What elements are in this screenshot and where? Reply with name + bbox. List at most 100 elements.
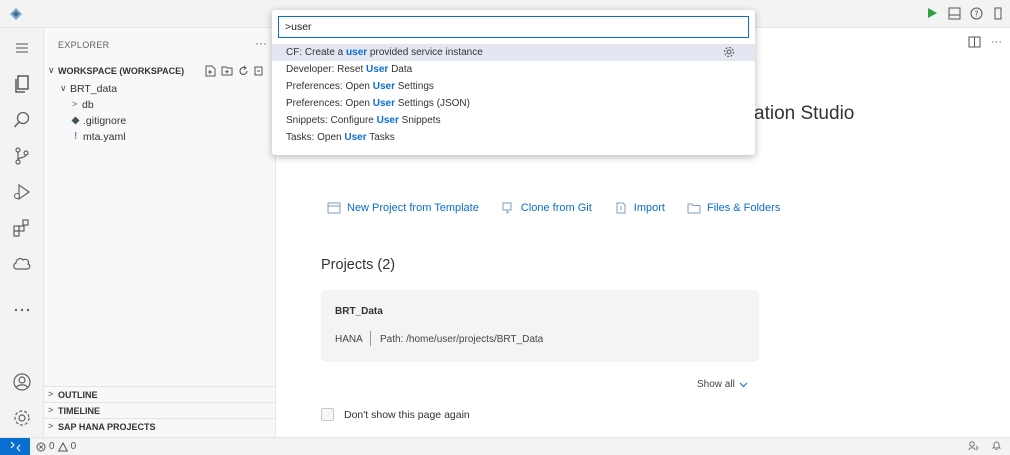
- chevron-right-icon: >: [72, 99, 78, 109]
- link-label: New Project from Template: [347, 202, 479, 214]
- command-text: Snippets: Configure: [286, 115, 377, 126]
- split-editor-icon[interactable]: [968, 36, 981, 48]
- live-share-icon[interactable]: [968, 440, 979, 451]
- refresh-icon[interactable]: [238, 65, 249, 77]
- more-actions-icon[interactable]: ···: [991, 36, 1002, 48]
- project-card[interactable]: BRT_Data HANA Path: /home/user/projects/…: [321, 290, 759, 362]
- new-folder-icon[interactable]: [221, 65, 233, 77]
- git-file-icon: [71, 116, 80, 125]
- chevron-down-icon: [739, 382, 748, 387]
- chevron-right-icon: >: [48, 405, 54, 415]
- project-name: BRT_Data: [335, 306, 383, 317]
- command-item[interactable]: Developer: Reset User Data: [272, 61, 755, 78]
- new-file-icon[interactable]: [205, 65, 216, 77]
- command-text: Tasks: Open: [286, 132, 345, 143]
- explorer-icon[interactable]: [0, 66, 44, 102]
- command-text: Settings: [394, 81, 434, 92]
- explorer-more-button[interactable]: ···: [255, 36, 267, 50]
- command-text: Snippets: [398, 115, 441, 126]
- status-bar: 0 0: [0, 437, 1010, 455]
- clone-from-git-link[interactable]: Clone from Git: [501, 202, 592, 214]
- yaml-file-icon: !: [74, 131, 78, 142]
- warning-icon: [57, 441, 68, 451]
- tree-item-label: BRT_data: [70, 83, 118, 95]
- more-views-icon[interactable]: [0, 292, 44, 328]
- run-icon[interactable]: [924, 5, 940, 21]
- problems-indicator[interactable]: 0 0: [36, 441, 76, 452]
- remote-indicator-icon[interactable]: [0, 438, 30, 455]
- outline-section[interactable]: > OUTLINE: [44, 386, 276, 402]
- command-item[interactable]: CF: Create a user provided service insta…: [272, 44, 755, 61]
- source-control-icon[interactable]: [0, 138, 44, 174]
- cloud-foundry-icon[interactable]: [0, 246, 44, 282]
- link-label: Import: [633, 202, 665, 214]
- tree-item-label: .gitignore: [83, 115, 127, 127]
- import-link[interactable]: Import: [614, 202, 665, 214]
- tree-item-label: db: [82, 99, 94, 111]
- configure-keybinding-gear-icon[interactable]: [723, 46, 735, 58]
- timeline-section[interactable]: > TIMELINE: [44, 402, 276, 418]
- show-all-link[interactable]: Show all: [697, 379, 748, 390]
- command-match: User: [366, 64, 389, 75]
- sap-hana-projects-section[interactable]: > SAP HANA PROJECTS: [44, 418, 276, 434]
- project-path: Path: /home/user/projects/BRT_Data: [380, 334, 544, 345]
- command-item[interactable]: Preferences: Open User Settings (JSON): [272, 95, 755, 112]
- tree-item-brt-data[interactable]: ∨ BRT_data: [44, 81, 276, 98]
- app-logo-icon: [10, 8, 22, 20]
- command-match: User: [344, 132, 367, 143]
- tree-item-gitignore[interactable]: .gitignore: [44, 113, 276, 130]
- command-text: Data: [388, 64, 413, 75]
- error-icon: [36, 442, 46, 451]
- new-project-from-template-link[interactable]: New Project from Template: [327, 202, 479, 214]
- extensions-icon[interactable]: [0, 210, 44, 246]
- account-icon[interactable]: [0, 364, 44, 400]
- tree-item-label: mta.yaml: [83, 131, 126, 143]
- command-text: CF: Create a: [286, 47, 347, 58]
- activity-bar: [0, 28, 44, 437]
- divider: [370, 331, 371, 346]
- command-match: User: [376, 115, 399, 126]
- run-debug-icon[interactable]: [0, 174, 44, 210]
- command-palette-input[interactable]: [278, 16, 749, 38]
- menu-icon[interactable]: [0, 30, 44, 66]
- command-item[interactable]: Snippets: Configure User Snippets: [272, 112, 755, 129]
- dont-show-again-checkbox[interactable]: [321, 408, 334, 421]
- tree-item-mta-yaml[interactable]: ! mta.yaml: [44, 129, 276, 146]
- chevron-down-icon: ∨: [48, 65, 55, 75]
- welcome-title: ation Studio: [754, 103, 855, 124]
- collapse-all-icon[interactable]: [254, 65, 263, 77]
- workspace-section[interactable]: ∨ WORKSPACE (WORKSPACE): [44, 64, 276, 80]
- command-text: provided service instance: [367, 47, 483, 58]
- import-icon: [616, 202, 626, 214]
- command-text: Tasks: [366, 132, 395, 143]
- toggle-panel-icon[interactable]: [946, 5, 962, 21]
- settings-gear-icon[interactable]: [0, 400, 44, 436]
- section-label: OUTLINE: [58, 390, 98, 400]
- command-match: User: [372, 81, 395, 92]
- files-and-folders-link[interactable]: Files & Folders: [687, 202, 780, 214]
- section-label: TIMELINE: [58, 406, 100, 416]
- notifications-bell-icon[interactable]: [991, 440, 1002, 451]
- workspace-label: WORKSPACE (WORKSPACE): [58, 66, 185, 76]
- command-item[interactable]: Preferences: Open User Settings: [272, 78, 755, 95]
- command-item[interactable]: Tasks: Open User Tasks: [272, 129, 755, 146]
- template-icon: [327, 202, 341, 214]
- chevron-down-icon: ∨: [60, 83, 67, 93]
- command-text: Developer: Reset: [286, 64, 367, 75]
- folder-icon: [687, 203, 701, 214]
- chevron-right-icon: >: [48, 389, 54, 399]
- command-text: Preferences: Open: [286, 81, 373, 92]
- tree-item-db[interactable]: > db: [44, 97, 276, 114]
- dont-show-again-label: Don't show this page again: [344, 408, 470, 421]
- command-text: Settings (JSON): [394, 98, 470, 109]
- explorer-header: EXPLORER: [58, 40, 110, 50]
- help-icon[interactable]: ?: [968, 5, 984, 21]
- dont-show-again-row: Don't show this page again: [321, 408, 470, 421]
- chevron-right-icon: >: [48, 421, 54, 431]
- layout-icon[interactable]: [990, 5, 1006, 21]
- search-icon[interactable]: [0, 102, 44, 138]
- projects-title: Projects (2): [321, 257, 396, 273]
- explorer-sidebar: EXPLORER ··· ∨ WORKSPACE (WORKSPACE) ∨ B…: [44, 28, 276, 437]
- error-count: 0: [49, 441, 55, 452]
- section-label: SAP HANA PROJECTS: [58, 422, 156, 432]
